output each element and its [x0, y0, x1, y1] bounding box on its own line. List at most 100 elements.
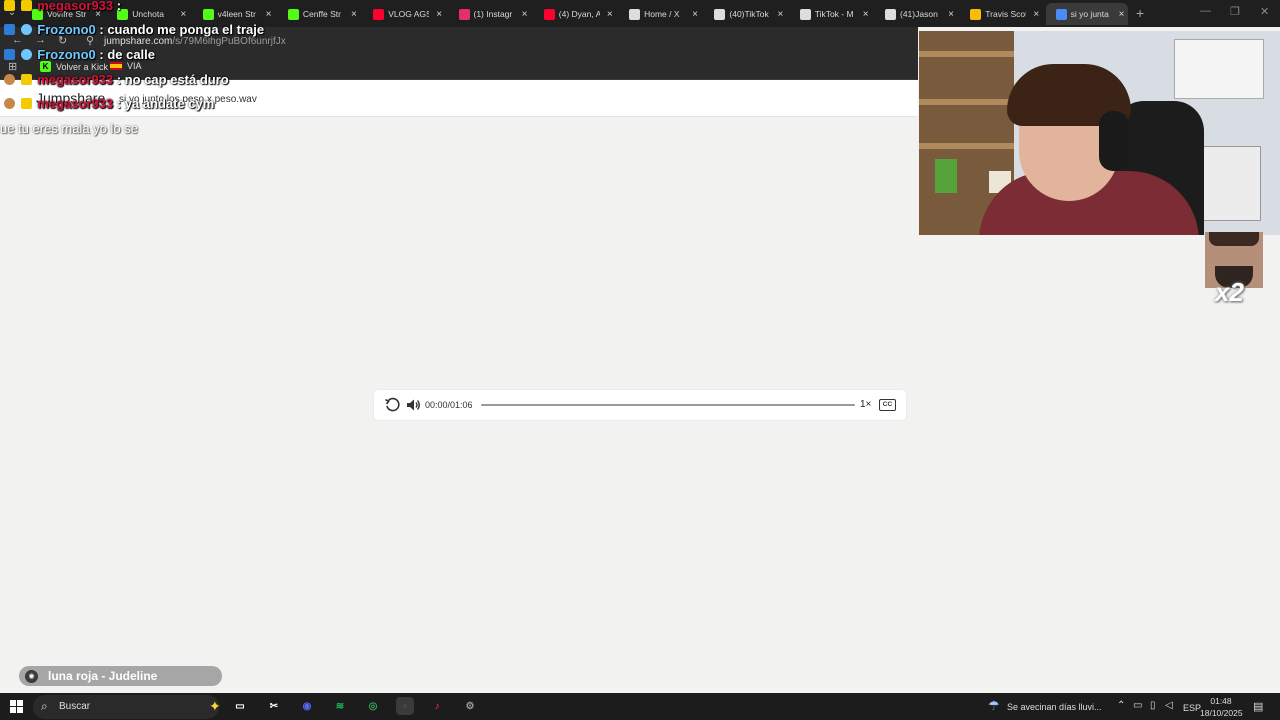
jumpshare-icon: [1055, 8, 1067, 20]
chat-text: : ya andate cym: [116, 96, 215, 111]
browser-tab[interactable]: VLOG AGS ×: [363, 3, 445, 25]
clock-time: 01:48: [1210, 696, 1232, 706]
browser-tab[interactable]: (41)Jason ×: [875, 3, 957, 25]
new-tab-button[interactable]: +: [1136, 5, 1144, 21]
now-playing-text: luna roja - Judeline: [48, 669, 158, 683]
close-tab-icon[interactable]: ×: [263, 9, 275, 20]
url-path: /s/79M6lhgPuBOf6unrjfJx: [172, 36, 286, 47]
close-tab-icon[interactable]: ×: [604, 9, 616, 20]
kick-icon: K: [40, 61, 51, 72]
browser-tab[interactable]: (1) Instagr ×: [449, 3, 531, 25]
clock-date: 18/10/2025: [1200, 708, 1243, 718]
bookmark-via[interactable]: VIA: [110, 61, 142, 71]
x-icon: [629, 8, 641, 20]
crown-badge-icon: [4, 0, 15, 11]
replay-icon[interactable]: [384, 397, 400, 413]
copilot-sparkle-icon[interactable]: ✦: [209, 698, 221, 715]
tab-title: Cenffe Str: [302, 9, 342, 19]
notifications-icon[interactable]: ▤: [1253, 700, 1263, 713]
multiplier-label: x2: [1215, 277, 1244, 307]
browser-tab[interactable]: si yo junta ×: [1045, 3, 1128, 25]
browser-tab[interactable]: (4) Dyan, A ×: [534, 3, 616, 25]
tiktok-taskbar-icon[interactable]: ♪: [428, 697, 446, 715]
url-field[interactable]: jumpshare.com/s/79M6lhgPuBOf6unrjfJx: [104, 36, 286, 47]
chat-username: Frozono0: [37, 47, 96, 62]
close-tab-icon[interactable]: ×: [348, 9, 360, 20]
search-icon: ⌕: [41, 699, 48, 713]
discord-taskbar-icon[interactable]: ◉: [298, 697, 316, 715]
chat-message: megasor933 :: [4, 0, 121, 13]
chevron-up-icon[interactable]: ⌃: [1117, 700, 1125, 711]
now-playing-widget: ◉ luna roja - Judeline: [19, 666, 222, 686]
tiktok-icon: [799, 8, 811, 20]
youtube-icon: [373, 8, 385, 20]
bookmark-volver-a-kick[interactable]: K Volver a Kick: [40, 61, 108, 72]
close-tab-icon[interactable]: ×: [1030, 9, 1042, 20]
search-placeholder: Buscar: [59, 701, 91, 712]
chat-message: megasor933 : ya andate cym: [4, 96, 214, 111]
bookmark-label: VIA: [127, 61, 142, 71]
chat-username: Frozono0: [37, 22, 96, 37]
tab-title: si yo junta: [1070, 9, 1109, 19]
kick-icon: [287, 8, 299, 20]
battery-icon[interactable]: ▯: [1150, 700, 1156, 711]
maximize-button[interactable]: ❐: [1230, 5, 1240, 18]
tab-title: (1) Instagr: [473, 9, 513, 19]
browser-tab[interactable]: Cenffe Str ×: [278, 3, 360, 25]
browser-tab[interactable]: TikTok - M ×: [790, 3, 872, 25]
close-tab-icon[interactable]: ×: [945, 9, 957, 20]
taskbar-search[interactable]: ⌕ Buscar ✦: [33, 695, 221, 719]
moderator-badge-icon: [4, 49, 15, 60]
streamer-webcam: [919, 31, 1280, 235]
tab-title: Home / X: [644, 9, 680, 19]
windows-start-icon[interactable]: [10, 700, 23, 713]
chat-text: : de calle: [99, 47, 156, 62]
music-disc-icon: ◉: [25, 669, 38, 683]
lyrics-overlay: ue tu eres mala yo lo se: [0, 121, 139, 136]
url-host: jumpshare.com: [104, 36, 173, 47]
browser-tab[interactable]: Travis Scot ×: [960, 3, 1042, 25]
chrome-taskbar-icon[interactable]: ◎: [364, 697, 382, 715]
spotify-taskbar-icon[interactable]: ≋: [331, 697, 349, 715]
vip-badge-icon: [20, 98, 32, 109]
tab-title: VLOG AGS: [388, 9, 430, 19]
chat-message: megasor933 : no cap está duro: [4, 72, 229, 87]
weather-icon[interactable]: ☂: [988, 698, 1000, 714]
chat-message: Frozono0 : de calle: [4, 47, 155, 62]
weather-text[interactable]: Se avecinan días lluvi...: [1007, 702, 1102, 712]
close-window-button[interactable]: ✕: [1260, 5, 1269, 18]
close-tab-icon[interactable]: ×: [1116, 9, 1128, 20]
vip-badge-icon: [20, 74, 32, 85]
volume-icon[interactable]: [405, 397, 421, 413]
browser-tab[interactable]: Home / X ×: [619, 3, 701, 25]
task-view-taskbar-icon[interactable]: ▭: [231, 697, 249, 715]
spain-flag-icon: [110, 62, 122, 70]
tiktok-icon: [714, 8, 726, 20]
tab-title: (4) Dyan, A: [558, 9, 600, 19]
close-tab-icon[interactable]: ×: [860, 9, 872, 20]
tab-title: v4leen Str: [217, 9, 256, 19]
tab-title: (41)Jason: [900, 9, 938, 19]
speaker-icon[interactable]: ◁: [1165, 700, 1173, 711]
minimize-button[interactable]: —: [1200, 5, 1211, 17]
steam-taskbar-icon[interactable]: ⚙: [461, 697, 479, 715]
subscriber-badge-icon: [4, 98, 15, 109]
webcam-creeper-figure: [935, 159, 957, 193]
close-tab-icon[interactable]: ×: [519, 9, 531, 20]
playback-speed-button[interactable]: 1×: [860, 399, 871, 410]
display-icon[interactable]: ▭: [1133, 700, 1142, 711]
capcut-taskbar-icon[interactable]: ✂: [265, 697, 283, 715]
tab-title: TikTok - M: [814, 9, 854, 19]
language-indicator[interactable]: ESP: [1183, 703, 1201, 713]
kick-icon: [202, 8, 214, 20]
seek-bar[interactable]: [481, 404, 855, 406]
tab-title: (40)TikTok: [729, 9, 769, 19]
close-tab-icon[interactable]: ×: [774, 9, 786, 20]
browser-tab[interactable]: (40)TikTok ×: [704, 3, 786, 25]
close-tab-icon[interactable]: ×: [177, 9, 189, 20]
captions-button[interactable]: CC: [879, 399, 896, 411]
system-clock[interactable]: 01:48 18/10/2025: [1200, 695, 1243, 719]
close-tab-icon[interactable]: ×: [689, 9, 701, 20]
obs-taskbar-icon[interactable]: ●: [396, 697, 414, 715]
close-tab-icon[interactable]: ×: [433, 9, 445, 20]
